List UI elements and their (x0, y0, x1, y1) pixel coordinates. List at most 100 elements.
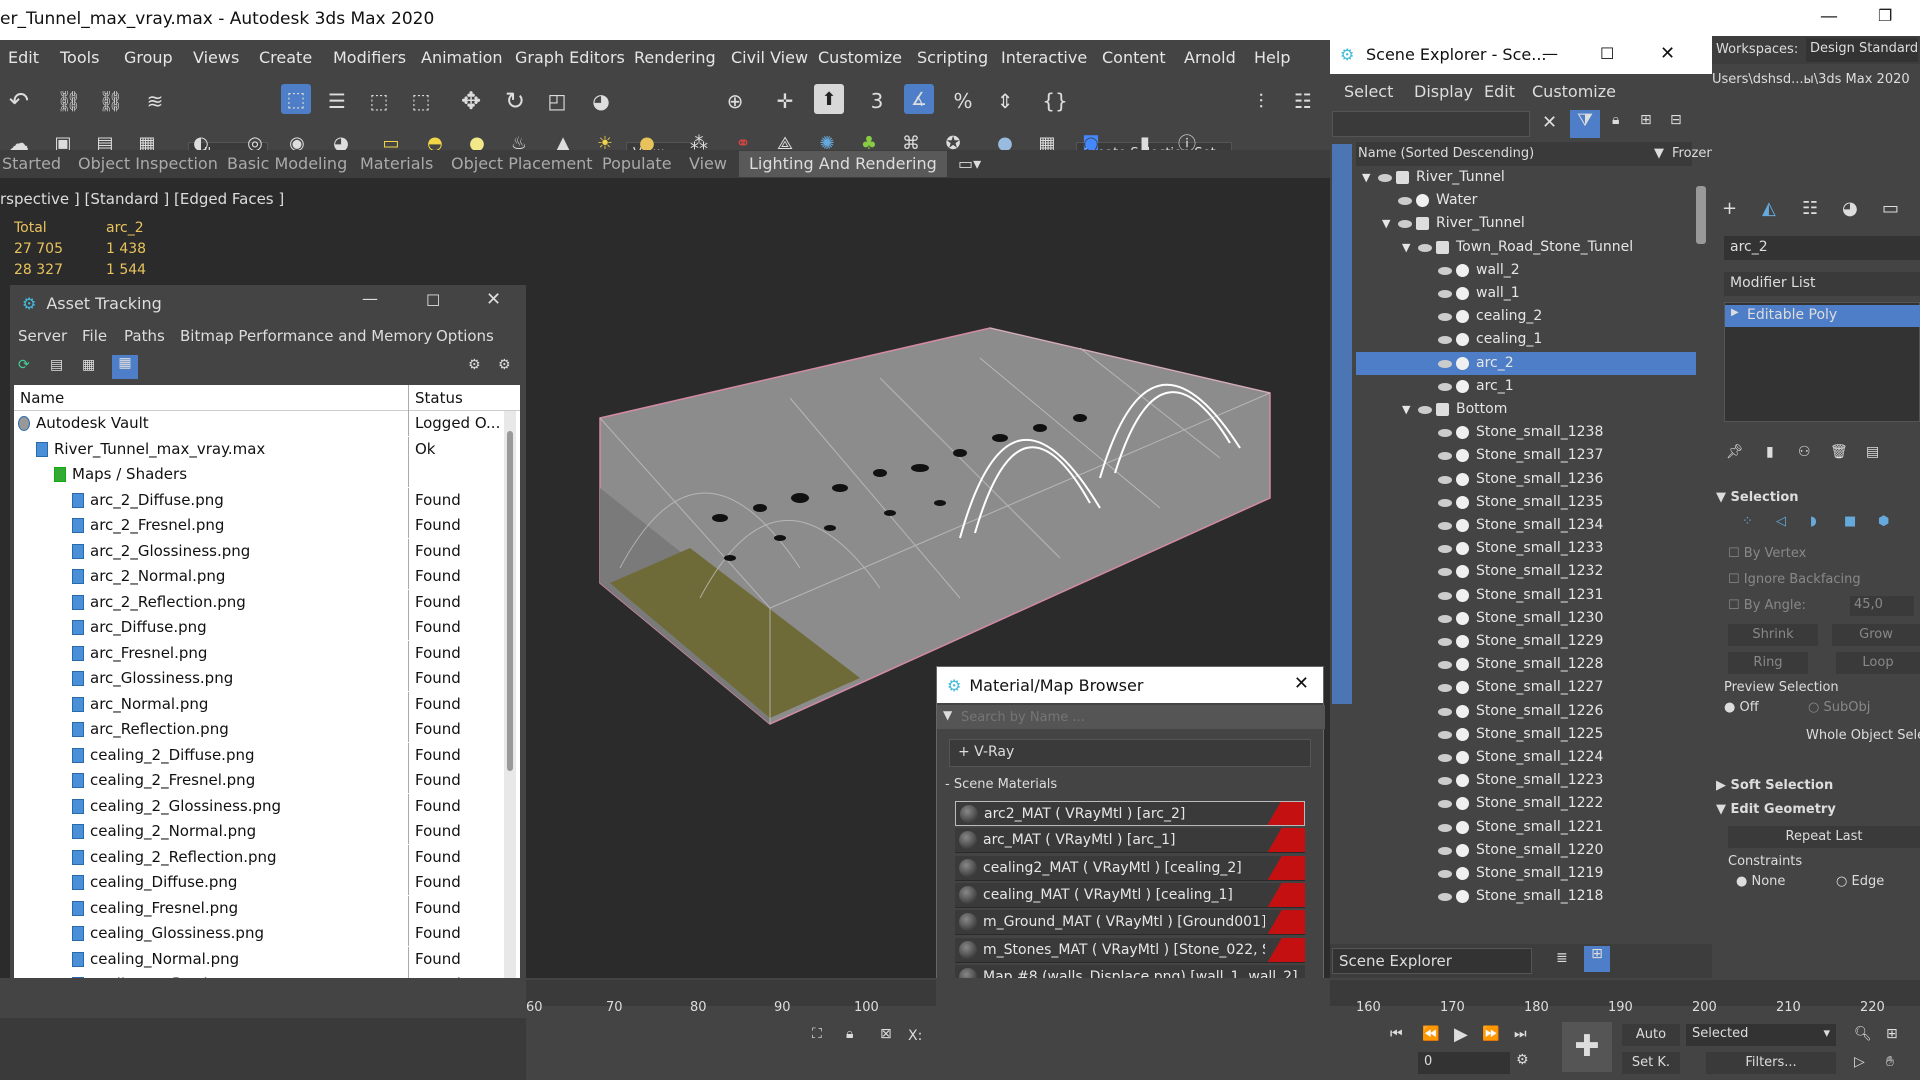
asset-menu-server[interactable]: Server (18, 327, 67, 345)
angle-snap-icon[interactable]: ∡ (904, 84, 934, 114)
asset-row[interactable]: arc_2_Diffuse.png Found (14, 487, 504, 513)
spinner-snap-icon[interactable]: ⇕ (990, 86, 1020, 116)
scene-tree-row[interactable]: Stone_small_1228 (1356, 653, 1696, 676)
maxscript-listener[interactable] (0, 1018, 526, 1080)
goto-start-icon[interactable]: ⏮ (1390, 1026, 1403, 1042)
scene-tree-row[interactable]: ▼ Bottom (1356, 398, 1696, 421)
asset-menu-paths[interactable]: Paths (124, 327, 165, 345)
asset-row[interactable]: cealing_2_Glossiness.png Found (14, 793, 504, 819)
visibility-eye-icon[interactable] (1438, 359, 1452, 368)
visibility-eye-icon[interactable] (1438, 336, 1452, 345)
scene-tree-row[interactable]: Water (1356, 189, 1696, 212)
visibility-eye-icon[interactable] (1438, 452, 1452, 461)
window-crossing-icon[interactable]: ⬚ (406, 86, 436, 116)
scene-tree-row[interactable]: Stone_small_1236 (1356, 468, 1696, 491)
pan-icon[interactable]: ✋︎ (1886, 1054, 1894, 1070)
asset-row[interactable]: arc_Glossiness.png Found (14, 666, 504, 691)
visibility-eye-icon[interactable] (1438, 591, 1452, 600)
se-column-frozen[interactable]: Frozen (1672, 146, 1715, 161)
scene-tree-row[interactable]: Stone_small_1234 (1356, 514, 1696, 537)
motion-tab-icon[interactable]: ◕ (1842, 198, 1858, 219)
expand-icon[interactable]: ▼ (1362, 166, 1370, 189)
asset-row[interactable]: arc_2_Fresnel.png Found (14, 513, 504, 538)
expand-icon[interactable]: ▼ (1382, 212, 1390, 235)
asset-row[interactable]: Autodesk Vault Logged O... (14, 411, 504, 436)
visibility-eye-icon[interactable] (1438, 313, 1452, 322)
scene-tree-row[interactable]: Stone_small_1220 (1356, 839, 1696, 862)
scene-tree-row[interactable]: Stone_small_1222 (1356, 792, 1696, 815)
scene-materials-header[interactable]: - Scene Materials (945, 777, 1057, 792)
scene-tree-row[interactable]: Stone_small_1238 (1356, 421, 1696, 444)
visibility-eye-icon[interactable] (1418, 243, 1432, 252)
align-icon[interactable]: ☷ (1288, 86, 1318, 116)
element-icon[interactable]: ⬢ (1878, 514, 1889, 529)
tab-object-placement[interactable]: Object Placement (451, 154, 593, 173)
visibility-eye-icon[interactable] (1438, 429, 1452, 438)
scene-tree-row[interactable]: Stone_small_1223 (1356, 769, 1696, 792)
selection-rollout[interactable]: ▼ Selection (1716, 490, 1799, 505)
edit-geometry-rollout[interactable]: ▼ Edit Geometry (1716, 802, 1836, 817)
menu-content[interactable]: Content (1102, 48, 1166, 67)
scene-tree-row[interactable]: Stone_small_1225 (1356, 723, 1696, 746)
make-unique-icon[interactable]: ⚇ (1798, 444, 1811, 460)
visibility-eye-icon[interactable] (1438, 290, 1452, 298)
key-filter-dropdown[interactable]: Selected ▾ (1686, 1024, 1836, 1046)
by-vertex-checkbox[interactable]: ☐ By Vertex (1728, 546, 1806, 561)
shrink-button[interactable]: Shrink (1728, 624, 1818, 646)
close-icon[interactable]: ✕ (1660, 43, 1675, 64)
isolate-icon[interactable]: ⛶ (812, 1026, 822, 1042)
scale-icon[interactable]: ◰ (542, 86, 572, 116)
scene-tree-row[interactable]: Stone_small_1235 (1356, 491, 1696, 514)
list-icon[interactable]: ▤ (50, 357, 63, 373)
create-tab-icon[interactable]: + (1722, 198, 1737, 219)
track-bar-right[interactable]: 160 170 180 190 200 210 220 (1330, 980, 1920, 1015)
asset-row[interactable]: cealing_2_Fresnel.png Found (14, 768, 504, 793)
scene-tree-row[interactable]: ▼ River_Tunnel (1356, 212, 1696, 235)
tab-lighting-and-rendering[interactable]: Lighting And Rendering (739, 151, 947, 177)
visibility-eye-icon[interactable] (1438, 475, 1452, 484)
se-footer-dropdown[interactable]: Scene Explorer (1332, 948, 1532, 974)
scene-tree-row[interactable]: cealing_1 (1356, 328, 1696, 351)
scene-tree-row[interactable]: Stone_small_1226 (1356, 700, 1696, 723)
hierarchy-tab-icon[interactable]: ☷ (1802, 198, 1818, 219)
asset-row[interactable]: arc_Diffuse.png Found (14, 615, 504, 640)
auto-key-button[interactable]: Auto (1622, 1024, 1680, 1046)
tab-view[interactable]: View (689, 154, 727, 173)
scene-tree-row[interactable]: arc_2 (1356, 351, 1696, 375)
scene-tree-row[interactable]: Stone_small_1229 (1356, 630, 1696, 653)
by-angle-spinner[interactable]: 45,0 (1850, 596, 1914, 616)
undo-icon[interactable]: ↶ (4, 86, 34, 116)
display-tab-icon[interactable]: ▭ (1882, 198, 1899, 219)
scene-tree-row[interactable]: wall_1 (1356, 282, 1696, 305)
ribbon-options-icon[interactable]: ▭▾ (958, 154, 981, 173)
minimize-icon[interactable]: — (1542, 44, 1558, 63)
scene-tree-row[interactable]: Stone_small_1219 (1356, 862, 1696, 885)
refresh-icon[interactable]: ⟳ (18, 357, 30, 373)
tab-basic-modeling[interactable]: Basic Modeling (227, 154, 347, 173)
soft-selection-rollout[interactable]: ▶ Soft Selection (1716, 778, 1833, 793)
layers-icon[interactable]: ⊟ (1670, 112, 1682, 128)
loop-button[interactable]: Loop (1836, 652, 1920, 674)
ring-button[interactable]: Ring (1728, 652, 1808, 674)
menu-edit[interactable]: Edit (8, 48, 39, 67)
material-list-item[interactable]: m_Ground_MAT ( VRayMtl ) [Ground001] (955, 910, 1305, 936)
menu-graph-editors[interactable]: Graph Editors (515, 48, 625, 67)
visibility-eye-icon[interactable] (1418, 406, 1432, 414)
asset-row[interactable]: cealing_2_Reflection.png Found (14, 844, 504, 870)
visibility-eye-icon[interactable] (1438, 522, 1452, 530)
preview-subobj-radio[interactable]: ○ SubObj (1808, 700, 1870, 715)
asset-row[interactable]: arc_2_Reflection.png Found (14, 589, 504, 615)
move-icon[interactable]: ✥ (456, 86, 486, 116)
configure-sets-icon[interactable]: ▤ (1866, 444, 1879, 460)
modifier-stack-item[interactable]: ▶ Editable Poly (1725, 305, 1920, 327)
scene-tree-row[interactable]: ▼ River_Tunnel (1356, 166, 1696, 189)
border-icon[interactable]: ◗ (1810, 514, 1817, 529)
asset-row[interactable]: arc_Reflection.png Found (14, 717, 504, 742)
sort-explorer-icon[interactable]: ⊞ (1584, 946, 1610, 972)
se-menu-display[interactable]: Display (1414, 82, 1473, 101)
keyboard-shortcut-icon[interactable]: ⬆ (814, 84, 844, 114)
table-icon[interactable]: ▦ (82, 357, 95, 373)
edge-icon[interactable]: ◁ (1776, 514, 1786, 529)
material-list-item[interactable]: arc2_MAT ( VRayMtl ) [arc_2] (955, 801, 1305, 826)
asset-row[interactable]: cealing_Normal.png Found (14, 946, 504, 972)
